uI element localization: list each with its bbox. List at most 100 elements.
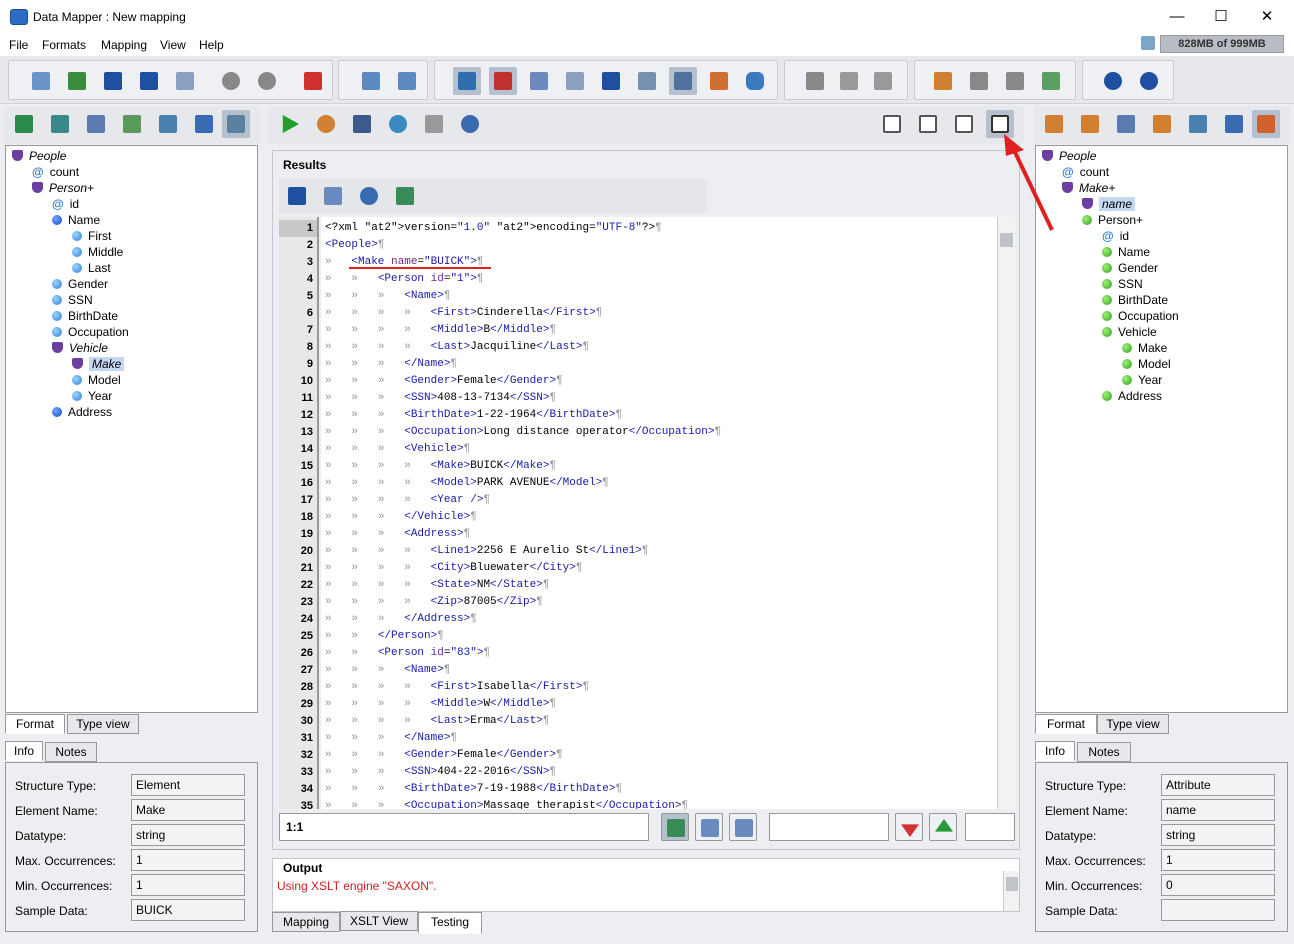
tree-node-address[interactable]: Address: [1102, 388, 1162, 404]
left-import-button[interactable]: [10, 110, 38, 138]
output-scroll-thumb[interactable]: [1006, 877, 1018, 891]
stack-button[interactable]: [420, 110, 448, 138]
save-as-button[interactable]: [135, 67, 163, 95]
left-tab-type-view[interactable]: Type view: [67, 714, 139, 734]
left-search-button[interactable]: [154, 110, 182, 138]
xml-view-button[interactable]: [561, 67, 589, 95]
tree-node-count[interactable]: @ count: [32, 164, 79, 180]
save-results-button[interactable]: [597, 67, 625, 95]
info-value-field[interactable]: string: [1161, 824, 1275, 846]
exit-button[interactable]: [299, 67, 327, 95]
tree-node-vehicle[interactable]: Vehicle: [1102, 324, 1157, 340]
save-button[interactable]: [99, 67, 127, 95]
add-source-button[interactable]: [357, 67, 385, 95]
tree-node-person[interactable]: Person+: [1082, 212, 1143, 228]
info-value-field[interactable]: [1161, 899, 1275, 921]
left-find-button[interactable]: [46, 110, 74, 138]
layout-split-three-button[interactable]: [914, 110, 942, 138]
results-list-button[interactable]: [319, 182, 347, 210]
tree-node-vehicle[interactable]: Vehicle: [52, 340, 108, 356]
right-find-button[interactable]: [1076, 110, 1104, 138]
format-button[interactable]: [695, 813, 723, 841]
edit-xslt-button[interactable]: [348, 110, 376, 138]
schema-settings-button[interactable]: [393, 67, 421, 95]
cut-button[interactable]: [801, 67, 829, 95]
right-edit-button[interactable]: [1220, 110, 1248, 138]
tree-node-person[interactable]: Person+: [32, 180, 94, 196]
info-value-field[interactable]: 1: [131, 849, 245, 871]
right-search-button[interactable]: [1184, 110, 1212, 138]
undo-button[interactable]: [217, 67, 245, 95]
left-structure-button[interactable]: [222, 110, 250, 138]
tree-button[interactable]: [729, 813, 757, 841]
tree-node-year[interactable]: Year: [72, 388, 112, 404]
bottom-tab-xslt-view[interactable]: XSLT View: [340, 911, 418, 931]
tree-node-last[interactable]: Last: [72, 260, 111, 276]
close-button[interactable]: ✕: [1244, 0, 1290, 34]
info-view-button[interactable]: [453, 67, 481, 95]
run-button[interactable]: [276, 110, 304, 138]
bottom-tab-testing[interactable]: Testing: [418, 912, 482, 934]
tree-node-gender[interactable]: Gender: [1102, 260, 1158, 276]
info-value-field[interactable]: 0: [1161, 874, 1275, 896]
database-button[interactable]: [741, 67, 769, 95]
tree-node-name[interactable]: name: [1082, 196, 1136, 212]
paste-button[interactable]: [869, 67, 897, 95]
arrange-button[interactable]: [929, 67, 957, 95]
tree-node-ssn[interactable]: SSN: [52, 292, 93, 308]
open-button[interactable]: [63, 67, 91, 95]
find-prev-button[interactable]: [929, 813, 957, 841]
left-list-button[interactable]: [118, 110, 146, 138]
tree-node-first[interactable]: First: [72, 228, 111, 244]
right-structure-button[interactable]: [1252, 110, 1280, 138]
menu-view[interactable]: View: [160, 38, 186, 52]
tree-node-birthdate[interactable]: BirthDate: [1102, 292, 1168, 308]
tree-node-make[interactable]: Make+: [1062, 180, 1115, 196]
tree-node-year[interactable]: Year: [1122, 372, 1162, 388]
tree-node-address[interactable]: Address: [52, 404, 112, 420]
xml-editor[interactable]: <?xml "at2">version="1.0" "at2">encoding…: [321, 217, 997, 809]
zoom-button[interactable]: [456, 110, 484, 138]
new-mapping-button[interactable]: [27, 67, 55, 95]
tree-node-id[interactable]: @ id: [1102, 228, 1129, 244]
tree-node-occupation[interactable]: Occupation: [52, 324, 129, 340]
right-doc-button[interactable]: [1112, 110, 1140, 138]
layout-split-h-button[interactable]: [878, 110, 906, 138]
table-button[interactable]: [705, 67, 733, 95]
copy-button[interactable]: [835, 67, 863, 95]
left-edit-button[interactable]: [190, 110, 218, 138]
color-view-button[interactable]: [489, 67, 517, 95]
menu-formats[interactable]: Formats: [42, 38, 86, 52]
tree-node-ssn[interactable]: SSN: [1102, 276, 1143, 292]
maximize-button[interactable]: ☐: [1198, 0, 1244, 34]
help-button[interactable]: [1099, 67, 1127, 95]
tree-node-birthdate[interactable]: BirthDate: [52, 308, 118, 324]
search-input[interactable]: [769, 813, 889, 841]
tree-node-people[interactable]: People: [12, 148, 66, 164]
info-value-field[interactable]: Element: [131, 774, 245, 796]
info-value-field[interactable]: string: [131, 824, 245, 846]
web-button[interactable]: [384, 110, 412, 138]
menu-file[interactable]: File: [9, 38, 28, 52]
tree-node-make[interactable]: Make: [1122, 340, 1167, 356]
right-tab-notes[interactable]: Notes: [1077, 742, 1131, 762]
info-value-field[interactable]: name: [1161, 799, 1275, 821]
redo-button[interactable]: [253, 67, 281, 95]
align-button[interactable]: [965, 67, 993, 95]
list-view-button[interactable]: [525, 67, 553, 95]
info-value-field[interactable]: 1: [131, 874, 245, 896]
garbage-collect-icon[interactable]: [1141, 36, 1155, 50]
tree-node-model[interactable]: Model: [1122, 356, 1171, 372]
minimize-button[interactable]: —: [1154, 0, 1200, 34]
results-find-button[interactable]: [355, 182, 383, 210]
tree-node-id[interactable]: @ id: [52, 196, 79, 212]
documents-button[interactable]: [633, 67, 661, 95]
editor-scrollbar[interactable]: [997, 217, 1015, 809]
info-value-field[interactable]: Attribute: [1161, 774, 1275, 796]
tree-node-name[interactable]: Name: [52, 212, 100, 228]
export-xls-button[interactable]: [171, 67, 199, 95]
menu-help[interactable]: Help: [199, 38, 224, 52]
tree-node-make[interactable]: Make: [72, 356, 125, 372]
results-save-button[interactable]: [283, 182, 311, 210]
preview-button[interactable]: [669, 67, 697, 95]
